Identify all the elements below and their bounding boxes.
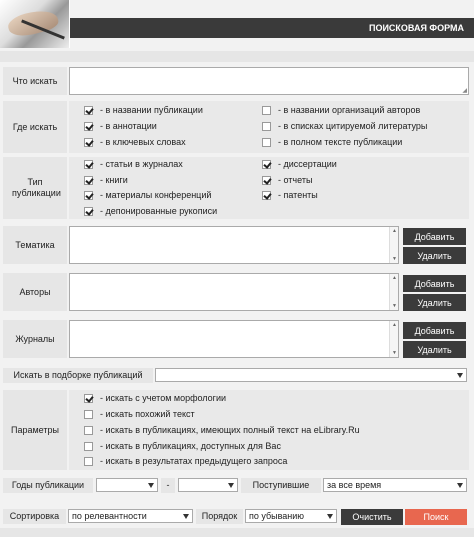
checkbox[interactable] <box>262 159 271 169</box>
checkbox[interactable] <box>84 121 93 131</box>
order-select[interactable]: по убыванию <box>245 509 337 523</box>
years-label: Годы публикации <box>3 478 93 493</box>
years-dash: - <box>161 478 175 493</box>
theme-label: Тематика <box>3 226 67 264</box>
param-previous[interactable]: - искать в результатах предыдущего запро… <box>84 455 287 467</box>
theme-add-button[interactable]: Добавить <box>403 228 466 245</box>
param-available[interactable]: - искать в публикациях, доступных для Ва… <box>84 440 281 452</box>
checkbox[interactable] <box>84 441 93 451</box>
checkbox[interactable] <box>84 159 93 169</box>
what-label: Что искать <box>3 67 67 95</box>
type-option-articles[interactable]: - статьи в журналах <box>84 158 183 170</box>
checkbox[interactable] <box>84 175 93 185</box>
received-label: Поступившие <box>241 478 321 493</box>
scrollbar[interactable]: ▲ ▼ <box>389 274 398 310</box>
chevron-down-icon <box>457 483 463 488</box>
params-label: Параметры <box>3 390 67 470</box>
type-option-manuscripts[interactable]: - депонированные рукописи <box>84 205 217 217</box>
received-select[interactable]: за все время <box>323 478 467 492</box>
type-option-patents[interactable]: - патенты <box>262 189 318 201</box>
authors-add-button[interactable]: Добавить <box>403 275 466 292</box>
where-option-keywords[interactable]: - в ключевых словах <box>84 136 186 148</box>
resize-icon[interactable]: ◢ <box>462 87 467 94</box>
type-option-conferences[interactable]: - материалы конференций <box>84 189 211 201</box>
chevron-down-icon <box>327 514 333 519</box>
year-to-select[interactable] <box>178 478 238 492</box>
search-button[interactable]: Поиск <box>405 509 467 525</box>
theme-remove-button[interactable]: Удалить <box>403 247 466 264</box>
footer-divider <box>0 528 474 537</box>
authors-label: Авторы <box>3 273 67 311</box>
year-from-select[interactable] <box>96 478 158 492</box>
chevron-down-icon <box>457 373 463 378</box>
where-option-orgs[interactable]: - в названии организаций авторов <box>262 104 420 116</box>
checkbox[interactable] <box>84 409 93 419</box>
what-input[interactable]: ◢ <box>69 67 469 95</box>
checkbox[interactable] <box>84 425 93 435</box>
checkbox[interactable] <box>262 105 271 115</box>
search-form-page: ПОИСКОВАЯ ФОРМА Что искать ◢ Где искать … <box>0 0 474 537</box>
checkbox[interactable] <box>262 175 271 185</box>
param-similar[interactable]: - искать похожий текст <box>84 408 195 420</box>
where-label: Где искать <box>3 101 67 153</box>
chevron-down-icon <box>148 483 154 488</box>
checkbox[interactable] <box>262 137 271 147</box>
divider <box>0 51 474 62</box>
param-fulltext[interactable]: - искать в публикациях, имеющих полный т… <box>84 424 360 436</box>
theme-list[interactable]: ▲ ▼ <box>69 226 399 264</box>
header-bar: ПОИСКОВАЯ ФОРМА <box>70 18 474 38</box>
type-option-dissertations[interactable]: - диссертации <box>262 158 337 170</box>
checkbox[interactable] <box>84 190 93 200</box>
checkbox[interactable] <box>84 206 93 216</box>
authors-list[interactable]: ▲ ▼ <box>69 273 399 311</box>
checkbox[interactable] <box>84 393 93 403</box>
where-option-refs[interactable]: - в списках цитируемой литературы <box>262 120 427 132</box>
sort-label: Сортировка <box>3 509 66 524</box>
checkbox[interactable] <box>84 105 93 115</box>
type-option-books[interactable]: - книги <box>84 174 128 186</box>
order-label: Порядок <box>196 509 243 524</box>
checkbox[interactable] <box>262 190 271 200</box>
collection-label: Искать в подборке публикаций <box>3 368 153 383</box>
where-option-fulltext[interactable]: - в полном тексте публикации <box>262 136 402 148</box>
scrollbar[interactable]: ▲ ▼ <box>389 227 398 263</box>
chevron-down-icon <box>183 514 189 519</box>
header-photo <box>0 0 70 48</box>
param-morphology[interactable]: - искать с учетом морфологии <box>84 392 226 404</box>
sort-select[interactable]: по релевантности <box>68 509 193 523</box>
type-label: Тип публикации <box>3 157 67 219</box>
where-option-title[interactable]: - в названии публикации <box>84 104 203 116</box>
scrollbar[interactable]: ▲ ▼ <box>389 321 398 357</box>
checkbox[interactable] <box>84 137 93 147</box>
clear-button[interactable]: Очистить <box>341 509 403 525</box>
collection-select[interactable] <box>155 368 467 382</box>
authors-remove-button[interactable]: Удалить <box>403 294 466 311</box>
journals-remove-button[interactable]: Удалить <box>403 341 466 358</box>
journals-label: Журналы <box>3 320 67 358</box>
chevron-down-icon <box>228 483 234 488</box>
journals-list[interactable]: ▲ ▼ <box>69 320 399 358</box>
journals-add-button[interactable]: Добавить <box>403 322 466 339</box>
checkbox[interactable] <box>262 121 271 131</box>
checkbox[interactable] <box>84 456 93 466</box>
where-option-abstract[interactable]: - в аннотации <box>84 120 157 132</box>
type-option-reports[interactable]: - отчеты <box>262 174 312 186</box>
form-title: ПОИСКОВАЯ ФОРМА <box>368 23 464 33</box>
